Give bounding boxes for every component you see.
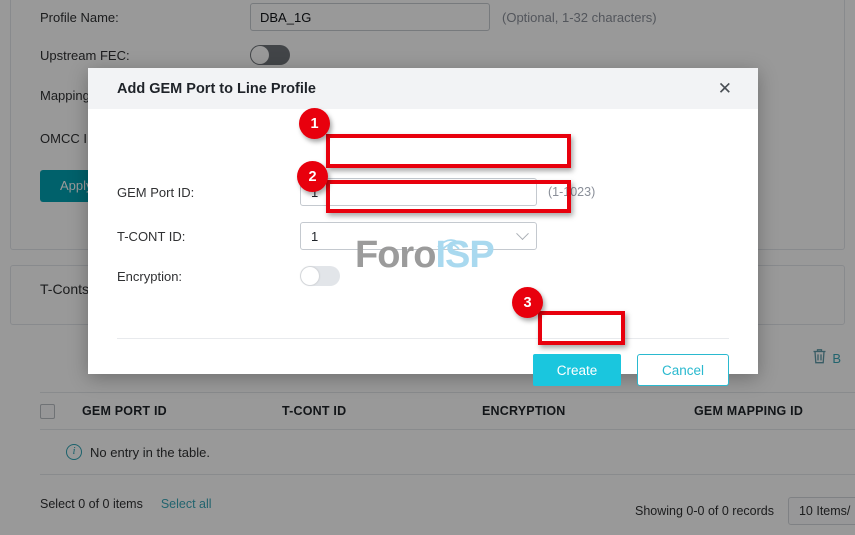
toggle-knob xyxy=(301,267,319,285)
t-cont-id-label: T-CONT ID: xyxy=(88,229,300,244)
t-cont-id-value: 1 xyxy=(311,229,318,244)
dialog-actions: Create Cancel xyxy=(533,354,729,386)
gem-port-id-label: GEM Port ID: xyxy=(88,185,300,200)
dialog-title: Add GEM Port to Line Profile xyxy=(117,81,316,97)
gem-port-id-hint: (1-1023) xyxy=(548,185,595,199)
cancel-button[interactable]: Cancel xyxy=(637,354,729,386)
encryption-row: Encryption: xyxy=(88,266,340,286)
t-cont-id-select[interactable]: 1 xyxy=(300,222,537,250)
screen: Profile Name: DBA_1G (Optional, 1-32 cha… xyxy=(0,0,855,535)
add-gem-port-dialog: Add GEM Port to Line Profile ✕ GEM Port … xyxy=(88,68,758,374)
close-icon[interactable]: ✕ xyxy=(714,78,736,99)
dialog-body: GEM Port ID: 1 (1-1023) T-CONT ID: 1 Enc… xyxy=(88,109,758,374)
gem-port-id-input[interactable]: 1 xyxy=(300,178,537,206)
dialog-header: Add GEM Port to Line Profile ✕ xyxy=(88,68,758,109)
gem-port-id-row: GEM Port ID: 1 (1-1023) xyxy=(88,178,595,206)
encryption-toggle[interactable] xyxy=(300,266,340,286)
create-button[interactable]: Create xyxy=(533,354,621,386)
t-cont-id-row: T-CONT ID: 1 xyxy=(88,222,537,250)
dialog-divider xyxy=(117,338,729,339)
encryption-label: Encryption: xyxy=(88,269,300,284)
chevron-down-icon xyxy=(516,227,529,240)
